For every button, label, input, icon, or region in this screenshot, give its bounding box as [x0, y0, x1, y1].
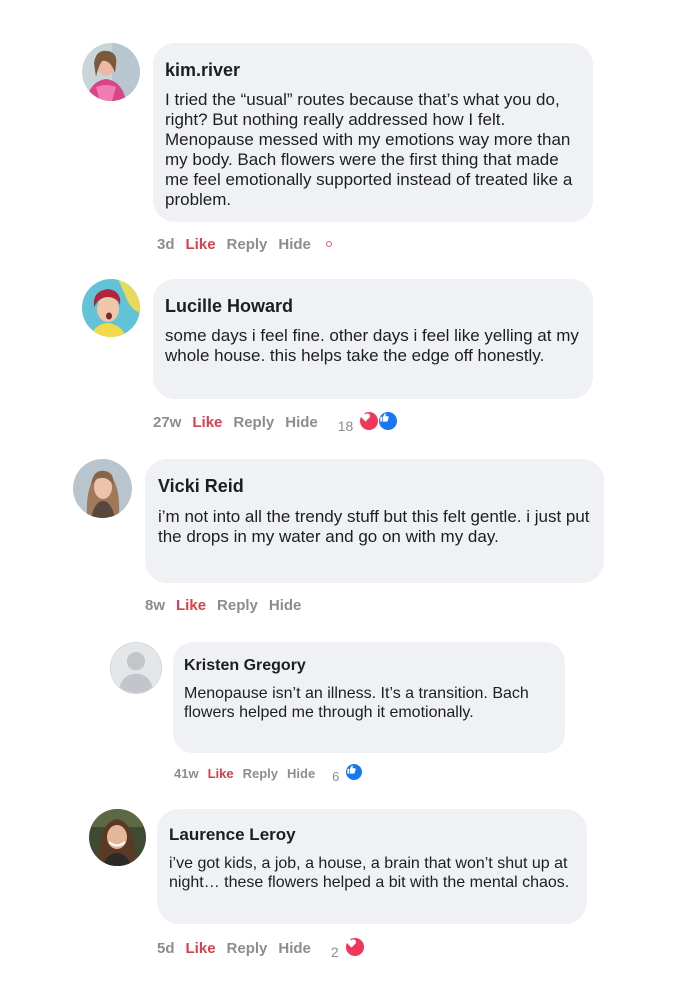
comment-actions: 8w Like Reply Hide: [145, 596, 301, 614]
hide-button[interactable]: Hide: [278, 940, 311, 957]
like-icon: [345, 762, 364, 781]
comment-text: some days i feel fine. other days i feel…: [165, 326, 579, 365]
default-avatar-icon: [111, 643, 161, 693]
timestamp[interactable]: 8w: [145, 597, 165, 614]
comment-text: i’m not into all the trendy stuff but th…: [158, 507, 590, 546]
comment-actions: 3d Like Reply Hide: [157, 235, 332, 253]
timestamp[interactable]: 5d: [157, 940, 175, 957]
comment-author[interactable]: Kristen Gregory: [184, 656, 554, 676]
like-button[interactable]: Like: [192, 414, 222, 431]
reply-button[interactable]: Reply: [227, 236, 268, 253]
hide-button[interactable]: Hide: [278, 236, 311, 253]
avatar[interactable]: [89, 809, 146, 866]
comment-author[interactable]: Vicki Reid: [158, 475, 592, 497]
comment-author[interactable]: kim.river: [165, 59, 581, 81]
comment-bubble: Laurence Leroy i’ve got kids, a job, a h…: [157, 809, 587, 924]
reaction-count: 6: [332, 768, 340, 784]
comment-text: i’ve got kids, a job, a house, a brain t…: [169, 855, 570, 891]
hide-button[interactable]: Hide: [269, 597, 302, 614]
comment-actions: 41w Like Reply Hide 6: [174, 762, 364, 784]
reply-button[interactable]: Reply: [243, 766, 278, 781]
comment-actions: 5d Like Reply Hide 2: [157, 936, 365, 960]
reactions-summary[interactable]: 18: [337, 410, 399, 434]
heart-icon: [359, 410, 380, 431]
heart-icon: [344, 936, 365, 957]
comment-bubble: Vicki Reid i’m not into all the trendy s…: [145, 459, 604, 583]
reaction-count: 2: [330, 943, 339, 960]
status-dot-icon: [325, 241, 332, 247]
avatar[interactable]: [82, 279, 140, 337]
comment-bubble: kim.river I tried the “usual” routes bec…: [153, 43, 593, 222]
comment-actions: 27w Like Reply Hide 18: [153, 410, 399, 434]
comment-author[interactable]: Laurence Leroy: [169, 824, 575, 845]
comment-text: Menopause isn’t an illness. It’s a trans…: [184, 685, 529, 721]
hide-button[interactable]: Hide: [285, 414, 318, 431]
comment-bubble: Kristen Gregory Menopause isn’t an illne…: [173, 642, 565, 753]
reply-button[interactable]: Reply: [227, 940, 268, 957]
comment-text: I tried the “usual” routes because that’…: [165, 90, 573, 209]
reaction-count: 18: [337, 417, 354, 434]
timestamp[interactable]: 27w: [153, 414, 181, 431]
comment-bubble: Lucille Howard some days i feel fine. ot…: [153, 279, 593, 399]
reply-button[interactable]: Reply: [217, 597, 258, 614]
like-icon: [378, 410, 399, 431]
like-button[interactable]: Like: [186, 236, 216, 253]
avatar[interactable]: [110, 642, 162, 694]
reply-button[interactable]: Reply: [233, 414, 274, 431]
reactions-summary[interactable]: 6: [332, 762, 364, 784]
avatar[interactable]: [82, 43, 140, 101]
reactions-summary[interactable]: 2: [330, 936, 365, 960]
like-button[interactable]: Like: [208, 766, 234, 781]
comment-author[interactable]: Lucille Howard: [165, 295, 581, 317]
like-button[interactable]: Like: [176, 597, 206, 614]
hide-button[interactable]: Hide: [287, 766, 315, 781]
avatar[interactable]: [73, 459, 132, 518]
timestamp[interactable]: 3d: [157, 236, 175, 253]
like-button[interactable]: Like: [186, 940, 216, 957]
timestamp[interactable]: 41w: [174, 766, 199, 781]
